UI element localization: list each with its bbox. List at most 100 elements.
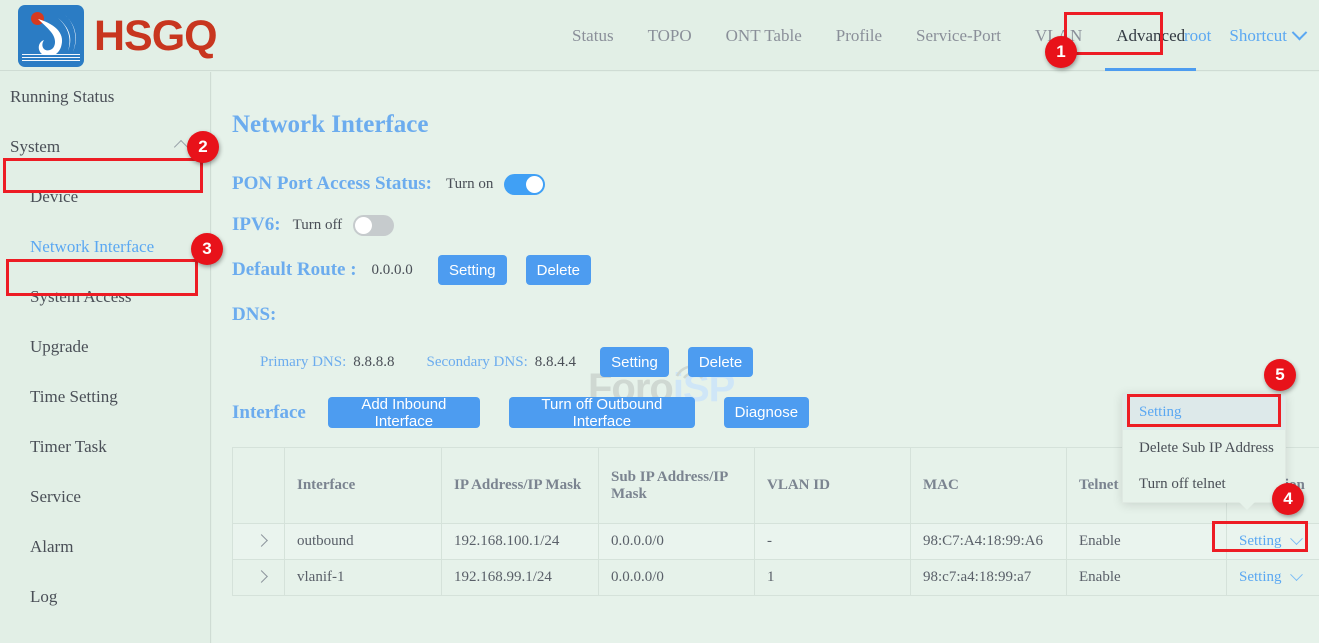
- main-content: Network Interface ForoiSP PON Port Acces…: [212, 72, 1319, 643]
- hsgq-logo-icon: [18, 5, 84, 67]
- cell-vlan: 1: [755, 560, 911, 596]
- primary-dns-label: Primary DNS:: [260, 354, 346, 371]
- sidebar-item-system-access[interactable]: System Access: [0, 272, 210, 322]
- dns-delete-button[interactable]: Delete: [688, 347, 753, 377]
- cell-telnet: Enable: [1067, 560, 1227, 596]
- top-navigation: Status TOPO ONT Table Profile Service-Po…: [555, 0, 1202, 71]
- primary-dns-value: 8.8.8.8: [353, 354, 394, 371]
- sidebar-item-time-setting[interactable]: Time Setting: [0, 372, 210, 422]
- cell-operation[interactable]: Setting: [1227, 524, 1319, 560]
- annotation-badge-2: 2: [187, 131, 219, 163]
- header-bar: HSGQ Status TOPO ONT Table Profile Servi…: [0, 0, 1319, 71]
- sidebar-item-network-interface[interactable]: Network Interface: [0, 222, 210, 272]
- sidebar: Running Status System Device Network Int…: [0, 72, 211, 643]
- cell-ip: 192.168.99.1/24: [442, 560, 599, 596]
- col-ip-address: IP Address/IP Mask: [442, 448, 599, 524]
- dropdown-item-delete-sub-ip-address[interactable]: Delete Sub IP Address: [1123, 430, 1285, 466]
- sidebar-item-service[interactable]: Service: [0, 472, 210, 522]
- diagnose-button[interactable]: Diagnose: [724, 397, 809, 428]
- row-setting-label: Setting: [1239, 569, 1282, 586]
- dns-section-label-row: DNS:: [232, 304, 276, 326]
- cell-mac: 98:C7:A4:18:99:A6: [911, 524, 1067, 560]
- nav-item-profile[interactable]: Profile: [819, 0, 899, 71]
- interface-toolbar-row: Interface Add Inbound Interface Turn off…: [232, 397, 809, 428]
- cell-sub-ip: 0.0.0.0/0: [599, 524, 755, 560]
- row-action-dropdown-menu: Setting Delete Sub IP Address Turn off t…: [1122, 393, 1286, 503]
- default-route-setting-button[interactable]: Setting: [438, 255, 507, 285]
- pon-label: PON Port Access Status:: [232, 173, 432, 195]
- dns-values-row: Primary DNS: 8.8.8.8 Secondary DNS: 8.8.…: [260, 347, 753, 377]
- table-row[interactable]: outbound 192.168.100.1/24 0.0.0.0/0 - 98…: [233, 524, 1319, 560]
- pon-toggle[interactable]: [504, 174, 545, 195]
- ipv6-label: IPV6:: [232, 214, 281, 236]
- shortcut-menu[interactable]: Shortcut: [1229, 26, 1305, 46]
- cell-vlan: -: [755, 524, 911, 560]
- col-vlan-id: VLAN ID: [755, 448, 911, 524]
- dropdown-arrow-icon: [1239, 502, 1255, 510]
- sidebar-item-log[interactable]: Log: [0, 572, 210, 622]
- chevron-right-icon[interactable]: [255, 534, 268, 547]
- sidebar-item-upgrade[interactable]: Upgrade: [0, 322, 210, 372]
- nav-item-ont-table[interactable]: ONT Table: [709, 0, 819, 71]
- cell-operation[interactable]: Setting: [1227, 560, 1319, 596]
- nav-item-topo[interactable]: TOPO: [631, 0, 709, 71]
- annotation-badge-1: 1: [1045, 36, 1077, 68]
- annotation-badge-3: 3: [191, 233, 223, 265]
- chevron-down-icon: [1290, 532, 1303, 545]
- chevron-down-icon: [1292, 25, 1308, 41]
- col-interface: Interface: [285, 448, 442, 524]
- chevron-up-icon: [174, 140, 188, 154]
- chevron-right-icon[interactable]: [255, 570, 268, 583]
- sidebar-item-system[interactable]: System: [0, 122, 210, 172]
- annotation-badge-4: 4: [1272, 483, 1304, 515]
- sidebar-item-alarm[interactable]: Alarm: [0, 522, 210, 572]
- chevron-down-icon: [1290, 568, 1303, 581]
- nav-item-status[interactable]: Status: [555, 0, 631, 71]
- user-navigation: root Shortcut: [1184, 0, 1305, 71]
- table-row[interactable]: vlanif-1 192.168.99.1/24 0.0.0.0/0 1 98:…: [233, 560, 1319, 596]
- default-route-label: Default Route :: [232, 259, 357, 281]
- cell-mac: 98:c7:a4:18:99:a7: [911, 560, 1067, 596]
- interface-label: Interface: [232, 402, 306, 424]
- cell-sub-ip: 0.0.0.0/0: [599, 560, 755, 596]
- nav-item-service-port[interactable]: Service-Port: [899, 0, 1018, 71]
- cell-ip: 192.168.100.1/24: [442, 524, 599, 560]
- default-route-row: Default Route : 0.0.0.0 Setting Delete: [232, 255, 591, 285]
- cell-interface: vlanif-1: [285, 560, 442, 596]
- sidebar-item-running-status[interactable]: Running Status: [0, 72, 210, 122]
- default-route-delete-button[interactable]: Delete: [526, 255, 591, 285]
- col-sub-ip-address: Sub IP Address/IP Mask: [599, 448, 755, 524]
- shortcut-label: Shortcut: [1229, 26, 1287, 46]
- dropdown-item-setting[interactable]: Setting: [1123, 394, 1285, 430]
- sidebar-item-device[interactable]: Device: [0, 172, 210, 222]
- col-mac: MAC: [911, 448, 1067, 524]
- sidebar-item-label: System: [10, 137, 60, 157]
- dropdown-item-turn-off-telnet[interactable]: Turn off telnet: [1123, 466, 1285, 502]
- dns-setting-button[interactable]: Setting: [600, 347, 669, 377]
- page-title: Network Interface: [232, 111, 428, 139]
- add-inbound-interface-button[interactable]: Add Inbound Interface: [328, 397, 480, 428]
- app-root: HSGQ Status TOPO ONT Table Profile Servi…: [0, 0, 1319, 643]
- pon-port-access-row: PON Port Access Status: Turn on: [232, 173, 545, 195]
- ipv6-state-text: Turn off: [293, 217, 343, 234]
- annotation-badge-5: 5: [1264, 359, 1296, 391]
- dns-label: DNS:: [232, 304, 276, 326]
- cell-telnet: Enable: [1067, 524, 1227, 560]
- pon-state-text: Turn on: [446, 176, 493, 193]
- row-setting-dropdown[interactable]: Setting: [1239, 533, 1301, 550]
- secondary-dns-label: Secondary DNS:: [427, 354, 528, 371]
- ipv6-row: IPV6: Turn off: [232, 214, 394, 236]
- brand-logo[interactable]: HSGQ: [18, 5, 217, 67]
- default-route-value: 0.0.0.0: [372, 262, 413, 279]
- row-expand-cell[interactable]: [233, 560, 285, 596]
- ipv6-toggle[interactable]: [353, 215, 394, 236]
- row-setting-label: Setting: [1239, 533, 1282, 550]
- turn-off-outbound-interface-button[interactable]: Turn off Outbound Interface: [509, 397, 695, 428]
- row-setting-dropdown[interactable]: Setting: [1239, 569, 1301, 586]
- cell-interface: outbound: [285, 524, 442, 560]
- col-expand: [233, 448, 285, 524]
- user-root[interactable]: root: [1184, 26, 1211, 46]
- row-expand-cell[interactable]: [233, 524, 285, 560]
- brand-name: HSGQ: [94, 12, 217, 61]
- sidebar-item-timer-task[interactable]: Timer Task: [0, 422, 210, 472]
